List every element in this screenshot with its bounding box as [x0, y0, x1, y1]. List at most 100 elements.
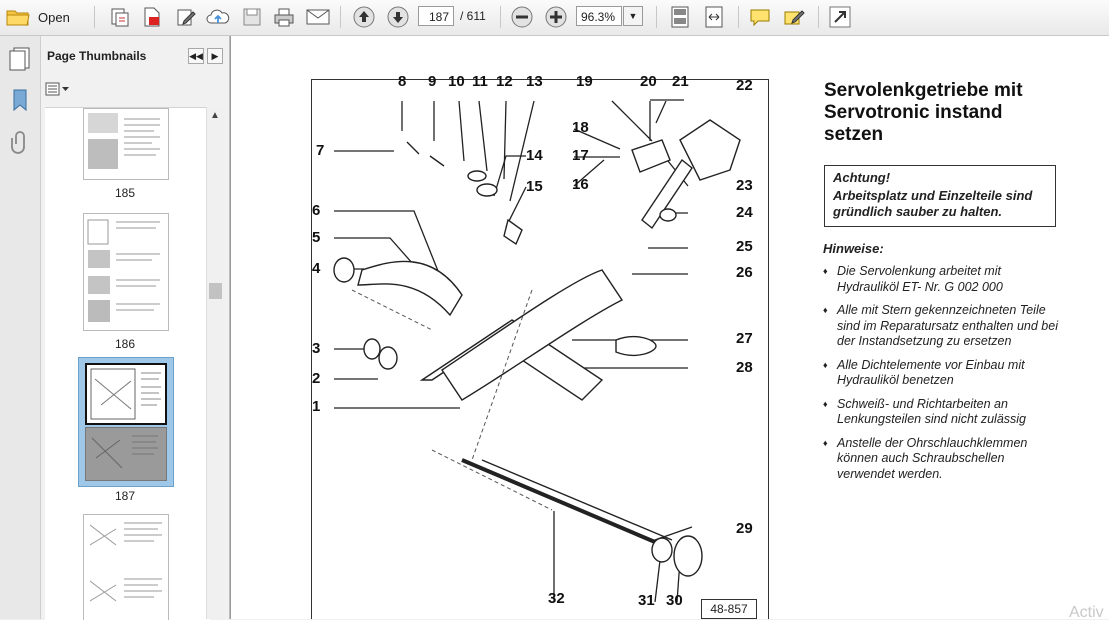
expand-panel-button[interactable]: ▶ — [207, 48, 223, 64]
hint-item: Alle mit Stern gekennzeichneten Teile si… — [823, 303, 1063, 350]
comment-button[interactable] — [748, 5, 772, 29]
thumbnail-page-185[interactable] — [83, 108, 169, 180]
part-label: 8 — [398, 73, 407, 90]
folder-icon — [6, 10, 30, 26]
attachments-tab[interactable] — [10, 130, 30, 157]
part-label: 9 — [428, 73, 437, 90]
thumbnail-page-187-lower — [85, 427, 167, 481]
save-icon — [243, 8, 261, 26]
pdf-file-icon — [144, 7, 160, 27]
title-line: Servotronic instand — [824, 102, 1003, 123]
part-label: 17 — [572, 147, 589, 164]
thumbnail-options-button[interactable] — [45, 82, 71, 98]
panel-header: Page Thumbnails ◀◀ ▶ — [41, 36, 229, 76]
next-page-button[interactable] — [386, 5, 410, 29]
highlight-button[interactable] — [782, 5, 806, 29]
title-line: Servolenkgetriebe mit — [824, 80, 1023, 101]
thumbnail-label: 186 — [114, 337, 136, 351]
bookmarks-tab[interactable] — [10, 88, 30, 115]
zoom-in-button[interactable] — [544, 5, 568, 29]
highlighter-icon — [784, 10, 805, 25]
figure-number: 48-857 — [701, 599, 757, 619]
navigation-rail — [0, 36, 41, 619]
part-label: 20 — [640, 73, 657, 90]
comment-icon — [750, 9, 770, 27]
part-label: 32 — [548, 590, 565, 607]
page-number-input[interactable]: 187 — [418, 6, 454, 26]
thumbnail-scrollbar[interactable]: ▲ — [206, 107, 224, 619]
edit-button[interactable] — [174, 5, 198, 29]
plus-icon — [545, 6, 567, 28]
minus-icon — [511, 6, 533, 28]
part-label: 18 — [572, 119, 589, 136]
part-label: 2 — [312, 370, 321, 387]
paperclip-icon — [11, 131, 25, 154]
envelope-icon — [306, 9, 330, 25]
fullscreen-button[interactable] — [828, 5, 852, 29]
part-label: 25 — [736, 238, 753, 255]
part-label: 12 — [496, 73, 513, 90]
hint-item: Alle Dichtelemente vor Einbau mit Hydrau… — [823, 358, 1063, 389]
arrow-down-icon — [387, 6, 409, 28]
exploded-view-figure: 8 9 10 11 12 13 19 20 21 22 7 14 15 18 1… — [311, 73, 769, 619]
page-preview-image — [90, 368, 161, 420]
part-label: 7 — [316, 142, 325, 159]
previous-page-button[interactable] — [352, 5, 376, 29]
fit-page-icon — [671, 6, 689, 28]
zoom-dropdown-button[interactable]: ▼ — [623, 6, 643, 26]
collapse-panel-button[interactable]: ◀◀ — [188, 48, 204, 64]
export-pdf-button[interactable] — [140, 5, 164, 29]
part-label: 31 — [638, 592, 655, 609]
arrow-up-icon — [353, 6, 375, 28]
page-preview-image — [89, 522, 162, 602]
warning-heading: Achtung! — [833, 170, 891, 185]
title-line: setzen — [824, 124, 884, 145]
fit-width-button[interactable] — [702, 5, 726, 29]
part-label: 30 — [666, 592, 683, 609]
document-view: 8 9 10 11 12 13 19 20 21 22 7 14 15 18 1… — [230, 36, 1109, 619]
printer-icon — [274, 8, 294, 27]
save-button[interactable] — [240, 5, 264, 29]
part-label: 1 — [312, 398, 321, 415]
part-label: 22 — [736, 77, 753, 94]
double-chevron-left-icon: ◀◀ — [189, 50, 203, 61]
activation-watermark: Activ — [1069, 604, 1104, 619]
chevron-right-icon: ▶ — [211, 50, 219, 61]
page-preview-image — [91, 435, 158, 469]
hint-item: Anstelle der Ohrschlauchklemmen können a… — [823, 436, 1063, 483]
fit-page-button[interactable] — [668, 5, 692, 29]
part-label: 29 — [736, 520, 753, 537]
part-label: 3 — [312, 340, 321, 357]
panel-title: Page Thumbnails — [47, 49, 147, 63]
options-icon — [45, 82, 69, 96]
part-label: 19 — [576, 73, 593, 90]
pages-icon — [9, 47, 30, 71]
thumbnail-label: 185 — [114, 186, 136, 200]
part-label: 28 — [736, 359, 753, 376]
page-thumbnails-tab[interactable] — [8, 46, 32, 75]
open-label: Open — [38, 9, 70, 25]
scrollbar-thumb[interactable] — [209, 283, 222, 299]
thumbnail-page-188[interactable] — [83, 514, 169, 620]
page-total: / 611 — [460, 9, 486, 23]
create-pdf-button[interactable] — [108, 5, 132, 29]
thumbnails-panel: Page Thumbnails ◀◀ ▶ 185 186 187 ▲ — [41, 36, 230, 620]
zoom-level-input[interactable]: 96.3% — [576, 6, 622, 26]
zoom-out-button[interactable] — [510, 5, 534, 29]
thumbnail-label: 187 — [114, 489, 136, 503]
hint-item: Schweiß- und Richtarbeiten an Lenkungste… — [823, 397, 1063, 428]
part-label: 13 — [526, 73, 543, 90]
thumbnail-page-186[interactable] — [83, 213, 169, 331]
email-button[interactable] — [306, 5, 330, 29]
open-button[interactable]: Open — [6, 5, 76, 29]
part-label: 24 — [736, 204, 753, 221]
part-label: 23 — [736, 177, 753, 194]
cloud-upload-button[interactable] — [206, 5, 230, 29]
thumbnail-page-187[interactable] — [85, 363, 167, 425]
part-label: 10 — [448, 73, 465, 90]
scroll-up-icon[interactable]: ▲ — [210, 110, 220, 121]
part-label: 21 — [672, 73, 689, 90]
expand-icon — [829, 6, 851, 28]
print-button[interactable] — [272, 5, 296, 29]
warning-box: Achtung! Arbeitsplatz und Einzelteile si… — [824, 165, 1056, 227]
